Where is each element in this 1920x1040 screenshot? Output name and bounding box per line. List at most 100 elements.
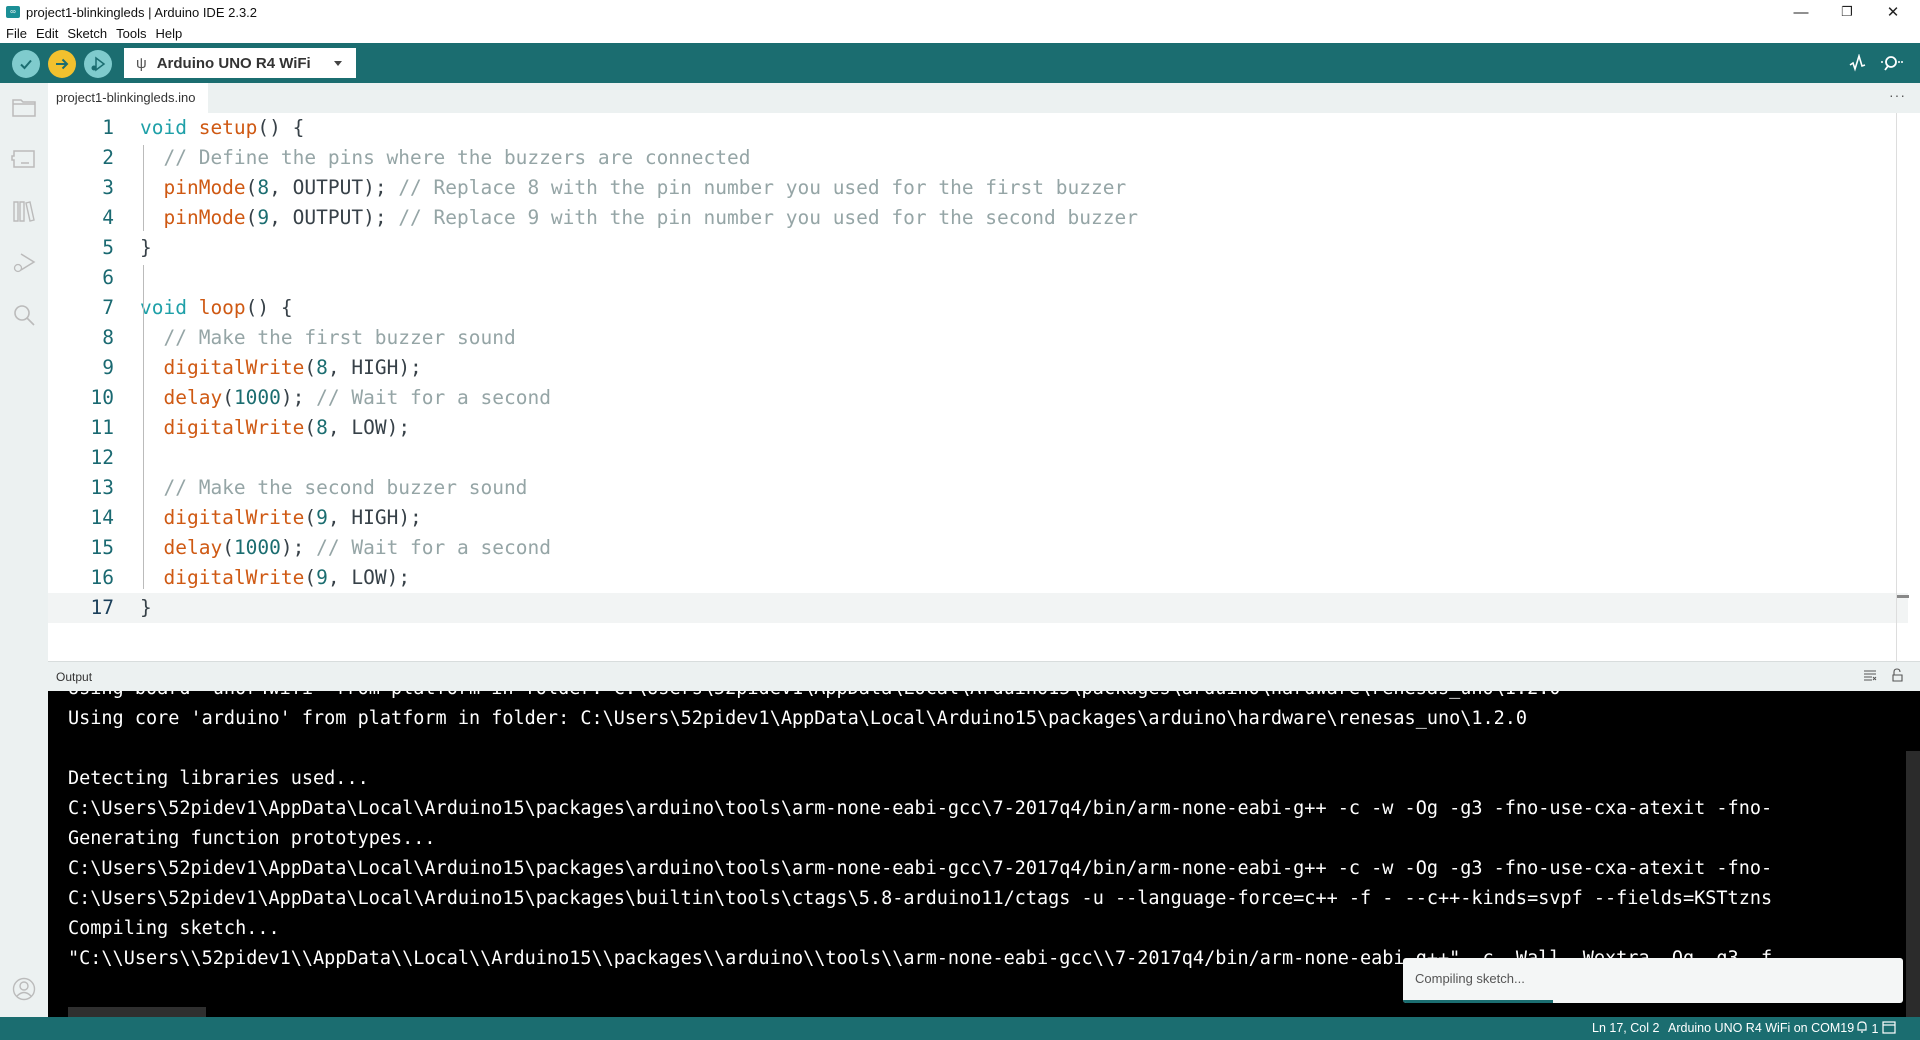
- code-token: );: [280, 536, 317, 559]
- code-line[interactable]: 15 delay(1000); // Wait for a second: [48, 533, 1908, 563]
- code-line[interactable]: 9 digitalWrite(8, HIGH);: [48, 353, 1908, 383]
- output-line: Compiling sketch...: [68, 918, 280, 939]
- close-button[interactable]: ✕: [1870, 0, 1916, 24]
- editor-scrollbar[interactable]: [1896, 113, 1909, 661]
- code-token: digitalWrite: [163, 506, 305, 529]
- line-number: 12: [90, 446, 114, 469]
- code-line[interactable]: 12: [48, 443, 1908, 473]
- code-line[interactable]: 8 // Make the first buzzer sound: [48, 323, 1908, 353]
- code-token: 8: [316, 416, 328, 439]
- line-number: 3: [102, 176, 114, 199]
- serial-plotter-icon: [1849, 54, 1866, 72]
- code-text: pinMode(8, OUTPUT); // Replace 8 with th…: [140, 173, 1126, 203]
- code-token: pinMode: [163, 206, 246, 229]
- output-horizontal-scrollbar[interactable]: [68, 1007, 206, 1017]
- line-number: 11: [90, 416, 114, 439]
- code-line[interactable]: 5}: [48, 233, 1908, 263]
- code-line[interactable]: 17}: [48, 593, 1908, 623]
- code-line[interactable]: 11 digitalWrite(8, LOW);: [48, 413, 1908, 443]
- profile-button[interactable]: [10, 975, 38, 1003]
- output-panel-title: Output: [56, 670, 93, 684]
- serial-monitor-icon: [1881, 56, 1903, 71]
- output-line: Using board 'unor4wifi' from platform in…: [68, 691, 1560, 704]
- scrollbar-thumb[interactable]: [1897, 595, 1909, 598]
- code-token: , LOW);: [327, 566, 411, 589]
- serial-monitor-button[interactable]: [1880, 51, 1904, 75]
- debug-button[interactable]: [84, 50, 112, 78]
- code-token: // Make the second buzzer sound: [163, 476, 528, 499]
- code-editor[interactable]: 1 void setup() {2 // Define the pins wher…: [48, 113, 1909, 661]
- code-token: (: [222, 536, 234, 559]
- code-token: 8: [257, 176, 270, 199]
- line-number: 10: [90, 386, 114, 409]
- menu-tools[interactable]: Tools: [116, 26, 146, 41]
- bell-icon: [1857, 1021, 1867, 1033]
- output-line: C:\Users\52pidev1\AppData\Local\Arduino1…: [68, 798, 1773, 819]
- code-line[interactable]: 6: [48, 263, 1908, 293]
- menu-file[interactable]: File: [6, 26, 27, 41]
- code-line[interactable]: 16 digitalWrite(9, LOW);: [48, 563, 1908, 593]
- toolbar: ψ Arduino UNO R4 WiFi: [0, 43, 1920, 83]
- line-number: 6: [102, 266, 114, 289]
- code-line[interactable]: 2 // Define the pins where the buzzers a…: [48, 143, 1908, 173]
- menu-help[interactable]: Help: [155, 26, 182, 41]
- code-token: 9: [257, 206, 270, 229]
- code-line[interactable]: 14 digitalWrite(9, HIGH);: [48, 503, 1908, 533]
- code-token: // Replace 8 with the pin number you use…: [398, 176, 1127, 199]
- code-token: // Wait for a second: [316, 536, 551, 559]
- sidebar-item-search[interactable]: [10, 301, 38, 329]
- sidebar-item-boards-manager[interactable]: [10, 145, 38, 173]
- status-bar: Ln 17, Col 2 Arduino UNO R4 WiFi on COM1…: [0, 1017, 1920, 1040]
- code-line[interactable]: 13 // Make the second buzzer sound: [48, 473, 1908, 503]
- code-token: loop: [198, 296, 246, 319]
- code-line[interactable]: 1 void setup() {: [48, 113, 1908, 143]
- progress-fill: [1403, 1000, 1553, 1003]
- code-line[interactable]: 7 void loop() {: [48, 293, 1908, 323]
- minimize-icon: —: [1793, 3, 1809, 21]
- code-line[interactable]: 3 pinMode(8, OUTPUT); // Replace 8 with …: [48, 173, 1908, 203]
- line-number: 2: [102, 146, 114, 169]
- restore-button[interactable]: ❐: [1824, 0, 1870, 24]
- menu-edit[interactable]: Edit: [36, 26, 58, 41]
- code-token: digitalWrite: [163, 356, 305, 379]
- serial-plotter-button[interactable]: [1846, 51, 1870, 75]
- sidebar-item-library-manager[interactable]: [10, 197, 38, 225]
- minimize-button[interactable]: —: [1778, 0, 1824, 24]
- verify-button[interactable]: [12, 50, 40, 78]
- code-text: }: [140, 593, 152, 623]
- output-scrollbar[interactable]: [1906, 751, 1920, 1017]
- code-token: , OUTPUT);: [269, 176, 399, 199]
- line-number: 7: [102, 296, 114, 319]
- board-selector[interactable]: ψ Arduino UNO R4 WiFi: [124, 48, 356, 78]
- code-line[interactable]: 10 delay(1000); // Wait for a second: [48, 383, 1908, 413]
- library-icon: [13, 201, 35, 222]
- cursor-position[interactable]: Ln 17, Col 2: [1592, 1021, 1659, 1035]
- tab-project1-blinkingleds[interactable]: project1-blinkingleds.ino: [48, 83, 208, 113]
- more-actions-icon[interactable]: ···: [1889, 87, 1906, 103]
- lock-scroll-icon[interactable]: [1891, 668, 1903, 685]
- code-token: // Replace 9 with the pin number you use…: [398, 206, 1138, 229]
- code-line[interactable]: 4 pinMode(9, OUTPUT); // Replace 9 with …: [48, 203, 1908, 233]
- close-icon: ✕: [1886, 4, 1900, 21]
- sidebar-item-sketchbook[interactable]: [10, 93, 38, 121]
- code-token: }: [140, 596, 152, 619]
- indent-guide: [143, 265, 144, 589]
- notifications-button[interactable]: 1: [1856, 1021, 1878, 1036]
- sidebar: [0, 83, 48, 1017]
- toggle-panel-button[interactable]: [1882, 1021, 1896, 1037]
- code-token: (: [304, 416, 317, 439]
- board-port-status[interactable]: Arduino UNO R4 WiFi on COM19: [1668, 1021, 1854, 1035]
- code-text: digitalWrite(9, LOW);: [140, 563, 410, 593]
- code-text: pinMode(9, OUTPUT); // Replace 9 with th…: [140, 203, 1138, 233]
- code-token: (: [304, 356, 317, 379]
- code-token: // Wait for a second: [316, 386, 551, 409]
- clear-output-icon[interactable]: [1863, 668, 1877, 684]
- sidebar-item-debug[interactable]: [10, 249, 38, 277]
- line-number: 8: [102, 326, 114, 349]
- code-token: (: [304, 566, 317, 589]
- code-token: 1000: [233, 536, 281, 559]
- menu-sketch[interactable]: Sketch: [67, 26, 107, 41]
- check-icon: [20, 59, 32, 70]
- upload-button[interactable]: [48, 50, 76, 78]
- editor-tab-bar: project1-blinkingleds.ino ···: [48, 83, 1920, 113]
